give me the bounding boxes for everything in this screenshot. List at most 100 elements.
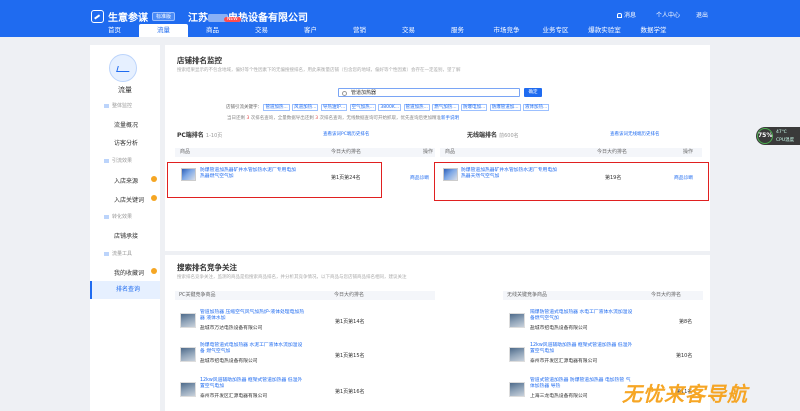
competitor-thumbnail[interactable] [509, 382, 525, 397]
hint-count: 3 [246, 116, 250, 121]
nav-marketing[interactable]: 营销 [335, 24, 384, 37]
nav-home[interactable]: 首页 [90, 24, 139, 37]
nav-traffic[interactable]: 流量 [139, 24, 188, 37]
competitor-thumbnail[interactable] [509, 313, 525, 328]
keyword-tag[interactable]: 风道加热... [292, 104, 319, 111]
hint-count: 3 [315, 116, 319, 121]
wireless-competitor-header: 无线关键竞争商品 今日大约排名 [503, 291, 703, 300]
competitor-product-link[interactable]: 隔爆防管道式电加热器 水电工厂液体水流加温设备燃气空气加 [530, 310, 635, 322]
sidebar-item-favorites[interactable]: 我的收藏词 [90, 268, 160, 277]
hint-text: 次排名查询，无线数据查询可开始抓取，优先查询后更加精准 [319, 116, 442, 121]
cpu-temp: 47℃ [776, 130, 787, 135]
competitor-thumbnail[interactable] [509, 347, 525, 362]
sidebar-item-keywords[interactable]: 入店关键词 [90, 195, 160, 204]
sidebar-item-visitor-analysis[interactable]: 访客分析 [90, 138, 160, 147]
sidebar-group-tools: 流量工具 [104, 250, 132, 257]
nav-trade-2[interactable]: 交易 [384, 24, 433, 37]
notification-dot [151, 176, 157, 182]
nav-market[interactable]: 市场竞争 [482, 24, 531, 37]
keyword-row: 店铺引流关键字： 管道加热... 风道加热... 导热油炉... 空气加热...… [226, 104, 550, 111]
monitor-title: 店铺排名监控 [177, 56, 222, 65]
competitor-product-link[interactable]: 12kw风道辅助加热器 框架式管道加热器 低温外置空气电加 [200, 378, 305, 390]
col-rank: 今日大约排名 [651, 292, 682, 298]
wireless-table-header: 商品 今日大约排名 操作 [440, 148, 702, 157]
product-thumbnail[interactable] [181, 168, 196, 181]
sidebar-item-source[interactable]: 入店来源 [90, 176, 160, 185]
competitor-thumbnail[interactable] [180, 382, 196, 397]
competitor-shop: 盐城市万达电热设备有限公司 [200, 326, 263, 331]
notification-dot [151, 195, 157, 201]
nav-business-zone[interactable]: 业务专区 [531, 24, 580, 37]
wireless-history-link[interactable]: 查看该词无线端历史排名 [610, 131, 660, 137]
query-hint: 当日还剩 3 次排名查询，全量数据导出还剩 3 次排名查询，无线数据查询可开始抓… [227, 115, 459, 121]
brand-logo-icon [91, 10, 104, 23]
keyword-tag[interactable]: 3800K... [378, 104, 402, 111]
competitor-product-link[interactable]: 管道式管道加热器 防爆管道加热器 电加热管 气体加热器 导热 [530, 378, 635, 390]
keyword-tag[interactable]: 液体加热... [522, 104, 550, 111]
sidebar-item-traffic-overview[interactable]: 流量概况 [90, 120, 160, 129]
col-op: 操作 [423, 149, 434, 155]
sidebar-group-traffic-effect: 引流效果 [104, 157, 132, 164]
competitor-rank: 第1页第15名 [335, 353, 365, 359]
sidebar-item-rank-query[interactable]: 排名查询 [90, 281, 160, 299]
nav-products[interactable]: 商品 [188, 24, 237, 37]
sidebar-item-store-conversion[interactable]: 店铺承接 [90, 231, 160, 240]
keyword-tag[interactable]: 防爆管道加... [489, 104, 521, 111]
competition-desc: 搜索排名竞争关注，监测的商品是指搜索商品排名，并分析其竞争情况，以下商品与您店铺… [177, 275, 407, 280]
pc-product-link[interactable]: 防爆管道加热器矿井水管加热水泥厂专用电加热器燃气空气加 [200, 168, 298, 180]
keyword-tag[interactable]: 管道加热... [263, 104, 290, 111]
guide-link[interactable]: 新手说明 [441, 116, 459, 121]
keyword-tag[interactable]: 空气加热... [349, 104, 376, 111]
keyword-tag[interactable]: 导热油炉... [320, 104, 348, 111]
sidebar: 流量 整体监控 流量概况 访客分析 引流效果 入店来源 入店关键词 转化效果 店… [90, 45, 160, 411]
keyword-tag[interactable]: 燃气加热... [432, 104, 459, 111]
main-nav: 首页 流量 商品 交易 客户 营销 交易 服务 市场竞争 业务专区 爆款实验室 … [90, 24, 678, 37]
search-confirm-button[interactable]: 确定 [524, 88, 542, 97]
col-wireless-competitor: 无线关键竞争商品 [507, 292, 548, 298]
cpu-temp-label: CPU温度 [776, 138, 795, 143]
sidebar-item-label: 入店来源 [114, 178, 139, 185]
nav-service[interactable]: 服务 [433, 24, 482, 37]
sidebar-item-label: 我的收藏词 [114, 270, 145, 277]
site-watermark: 无忧来客导航 [622, 382, 748, 406]
cpu-monitor-widget[interactable]: 75% 47℃ CPU温度 [756, 127, 800, 145]
nav-academy[interactable]: 数据学堂 [629, 24, 678, 37]
col-rank: 今日大约排名 [334, 292, 365, 298]
nav-hot-lab[interactable]: 爆款实验室 [580, 24, 629, 37]
pc-table-header: 商品 今日大约排名 操作 [175, 148, 435, 157]
keyword-search-input[interactable] [351, 89, 511, 96]
competitor-shop: 泰州市开发区汇源电器有限公司 [200, 394, 268, 399]
competition-title: 搜索排名竞争关注 [177, 263, 237, 272]
keyword-tag[interactable]: 防爆电加... [460, 104, 488, 111]
wireless-rank-range: 前600名 [499, 133, 519, 139]
user-center-link[interactable]: 个人中心 [656, 10, 680, 19]
wireless-product-link[interactable]: 防爆管道加热器矿井水管加热水泥厂专用电加热器天然气空气加 [461, 168, 557, 180]
competitor-thumbnail[interactable] [180, 347, 196, 362]
pc-rank-range: 1-10页 [205, 133, 223, 139]
search-icon [342, 90, 347, 96]
competitor-product-link[interactable]: 管道加热器 压缩空气风气加热炉-液体处理电加热器 液体水加 [200, 310, 305, 322]
hint-text: 当日还剩 [227, 116, 245, 121]
competitor-shop: 盐城市招电热设备有限公司 [200, 359, 258, 364]
keyword-tag[interactable]: 管道加热... [403, 104, 430, 111]
logout-link[interactable]: 退出 [696, 10, 708, 19]
competitor-thumbnail[interactable] [180, 313, 196, 328]
pc-rank-title: PC端排名 1-10页 [177, 130, 222, 139]
wireless-rank-value: 第19名 [605, 175, 622, 181]
brand[interactable]: 生意参谋 标准版 [91, 9, 176, 24]
competitor-rank: 第1页第16名 [335, 389, 365, 395]
col-pc-competitor: PC关键竞争商品 [179, 292, 216, 298]
pc-diagnose-link[interactable]: 商品诊断 [410, 174, 429, 181]
pc-history-link[interactable]: 查看该词PC端历史排名 [323, 131, 369, 137]
competitor-product-link[interactable]: 防爆电管道式电加热器 水泥工厂液体水流加温设备 燃气空气加 [200, 343, 305, 355]
traffic-chart-icon [109, 54, 137, 82]
wireless-diagnose-link[interactable]: 商品诊断 [674, 174, 693, 181]
product-thumbnail[interactable] [443, 168, 458, 181]
sidebar-group-conversion: 转化效果 [104, 213, 132, 220]
bell-icon [617, 13, 622, 18]
nav-customers[interactable]: 客户 [286, 24, 335, 37]
nav-trade[interactable]: 交易 [237, 24, 286, 37]
messages-link[interactable]: 消息 [617, 10, 636, 19]
top-bar: 生意参谋 标准版 江苏 电热设备有限公司 消息 个人中心 退出 首页 流量 商品 … [0, 0, 800, 37]
competitor-product-link[interactable]: 12kw风道辅助加热器 框架式管道加热器 低温外置空气电加 [530, 343, 635, 355]
